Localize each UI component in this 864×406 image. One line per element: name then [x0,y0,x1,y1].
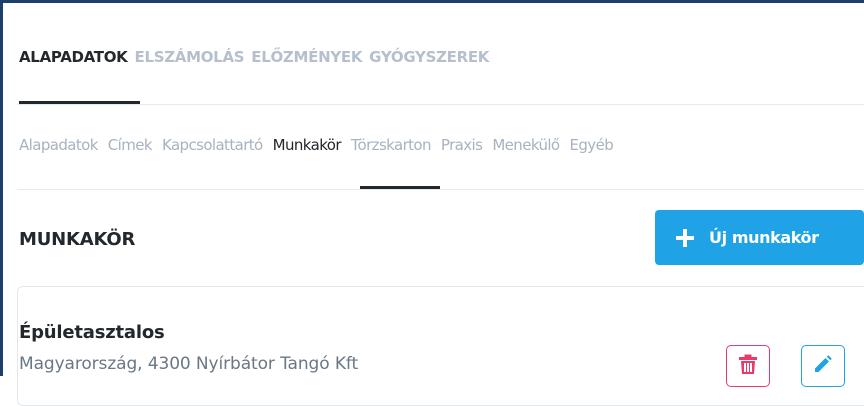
tab-elozmenyek[interactable]: ELŐZMÉNYEK [251,48,362,66]
job-title: Épületasztalos [19,322,165,343]
subtab-alapadatok[interactable]: Alapadatok [19,136,98,154]
delete-job-button[interactable] [726,345,770,387]
primary-tabs: ALAPADATOK ELSZÁMOLÁS ELŐZMÉNYEK GYÓGYSZ… [19,48,489,66]
subtab-torzskarton[interactable]: Törzskarton [351,136,432,154]
primary-tabs-divider [17,104,864,105]
new-job-button[interactable]: Új munkakör [655,210,864,265]
new-job-button-label: Új munkakör [709,228,819,247]
tab-gyogyszerek[interactable]: GYÓGYSZEREK [369,48,489,66]
subtab-egyeb[interactable]: Egyéb [570,136,614,154]
secondary-tabs-divider [17,189,864,190]
tab-elszamolas[interactable]: ELSZÁMOLÁS [135,48,245,66]
subtab-kapcsolattarto[interactable]: Kapcsolattartó [162,136,263,154]
subtab-munkakor[interactable]: Munkakör [273,136,342,154]
tab-alapadatok[interactable]: ALAPADATOK [19,48,128,66]
edit-job-button[interactable] [801,345,845,387]
subtab-praxis[interactable]: Praxis [441,136,483,154]
trash-icon [739,354,757,378]
job-employer: Magyarország, 4300 Nyírbátor Tangó Kft [19,354,359,374]
subtab-cimek[interactable]: Címek [108,136,153,154]
plus-icon [675,228,695,248]
subtab-menekulo[interactable]: Menekülő [492,136,560,154]
secondary-tabs: Alapadatok Címek Kapcsolattartó Munkakör… [19,136,614,154]
pencil-icon [814,355,832,377]
section-title: MUNKAKÖR [19,229,136,250]
